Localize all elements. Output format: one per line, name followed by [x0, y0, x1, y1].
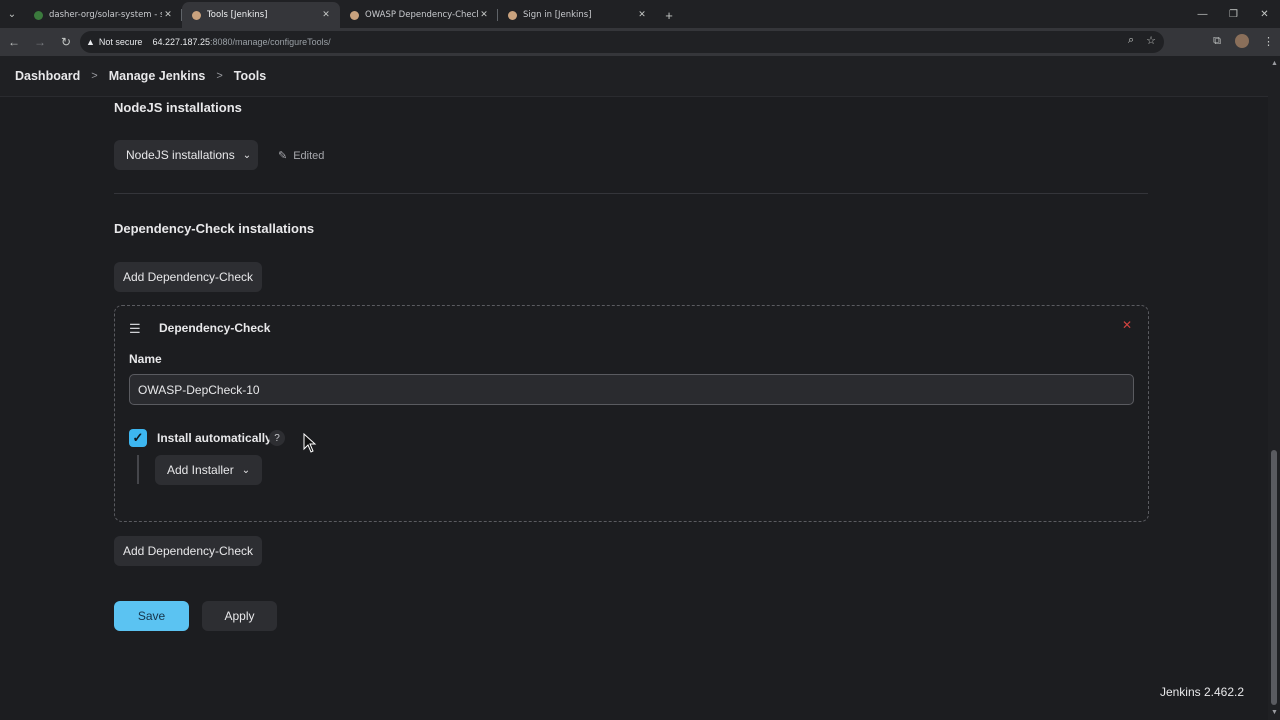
save-button[interactable]: Save	[114, 601, 189, 631]
tab-close-icon[interactable]: ✕	[636, 10, 648, 20]
page-scrollbar[interactable]: ▲ ▼	[1268, 56, 1280, 720]
restore-icon[interactable]: ❐	[1218, 0, 1249, 28]
help-icon[interactable]: ?	[269, 430, 285, 446]
chevron-down-icon: ⌄	[241, 464, 251, 476]
omnibox-actions: ⌕ ☆	[1128, 34, 1156, 47]
add-dependency-check-bottom-button[interactable]: Add Dependency-Check	[114, 536, 262, 566]
jenkins-version[interactable]: Jenkins 2.462.2	[1160, 685, 1244, 699]
dependency-check-section-title: Dependency-Check installations	[114, 221, 315, 236]
add-installer-button[interactable]: Add Installer ⌄	[155, 455, 262, 485]
warning-icon: ▲	[86, 37, 95, 47]
jenkins-favicon-icon	[508, 10, 517, 20]
section-divider	[114, 193, 1148, 194]
add-dependency-check-button[interactable]: Add Dependency-Check	[114, 262, 262, 292]
tab-close-icon[interactable]: ✕	[320, 10, 332, 20]
chevron-right-icon: >	[91, 70, 98, 82]
url-host: 64.227.187.25	[152, 37, 211, 47]
browser-tab-active[interactable]: Tools [Jenkins] ✕	[182, 2, 340, 28]
browser-tab[interactable]: OWASP Dependency-Check | Je ✕	[340, 2, 498, 28]
extension-icon[interactable]: ⧉	[1213, 35, 1221, 48]
back-icon[interactable]: ←	[2, 35, 26, 49]
github-favicon-icon	[34, 10, 43, 20]
drag-handle-icon[interactable]: ☰	[129, 321, 141, 337]
delete-installation-icon[interactable]: ✕	[1122, 318, 1132, 332]
tab-close-icon[interactable]: ✕	[162, 10, 174, 20]
close-window-icon[interactable]: ✕	[1249, 0, 1280, 28]
window-controls: — ❐ ✕	[1187, 0, 1280, 28]
tab-search-icon[interactable]: ⌄	[0, 0, 24, 28]
zoom-icon[interactable]: ⌕	[1128, 34, 1134, 47]
chevron-right-icon: >	[216, 70, 223, 82]
jenkins-page: Dashboard > Manage Jenkins > Tools NodeJ…	[0, 56, 1280, 720]
nested-indent-line	[137, 455, 139, 484]
forward-icon[interactable]: →	[28, 35, 52, 49]
name-input[interactable]	[129, 374, 1134, 405]
tab-label: Tools [Jenkins]	[207, 10, 268, 20]
add-installer-label: Add Installer	[167, 463, 234, 477]
breadcrumb-tools[interactable]: Tools	[234, 69, 266, 83]
url-path: :8080/manage/configureTools/	[210, 37, 331, 47]
browser-tab[interactable]: Sign in [Jenkins] ✕	[498, 2, 656, 28]
tab-label: dasher-org/solar-system - sola	[49, 10, 162, 20]
tab-label: OWASP Dependency-Check | Je	[365, 10, 478, 20]
breadcrumb-dashboard[interactable]: Dashboard	[15, 69, 80, 83]
browser-tab[interactable]: dasher-org/solar-system - sola ✕	[24, 2, 182, 28]
tab-label: Sign in [Jenkins]	[523, 10, 592, 20]
card-title: Dependency-Check	[159, 321, 271, 335]
extensions-area: ⧉ ⋮	[1213, 34, 1274, 48]
browser-toolbar: ← → ↻ ▲ Not secure 64.227.187.25:8080/ma…	[0, 28, 1280, 56]
edited-indicator: ✎ Edited	[278, 149, 325, 163]
scroll-up-icon[interactable]: ▲	[1271, 60, 1278, 67]
nodejs-installations-label: NodeJS installations	[126, 148, 235, 162]
scrollbar-thumb[interactable]	[1271, 450, 1277, 705]
pencil-icon: ✎	[278, 150, 288, 162]
name-label: Name	[129, 352, 162, 366]
install-automatically-label[interactable]: Install automatically	[157, 431, 272, 445]
edited-label: Edited	[293, 149, 325, 162]
reload-icon[interactable]: ↻	[54, 35, 78, 49]
mouse-cursor-icon	[303, 433, 317, 453]
chevron-down-icon: ⌄	[242, 149, 252, 161]
browser-menu-icon[interactable]: ⋮	[1263, 35, 1274, 48]
apply-button[interactable]: Apply	[202, 601, 277, 631]
dependency-check-installation-card: ☰ Dependency-Check ✕ Name ✓ Install auto…	[114, 305, 1149, 522]
install-automatically-checkbox[interactable]: ✓	[129, 429, 147, 447]
nodejs-section-title: NodeJS installations	[114, 100, 242, 115]
not-secure-label: Not secure	[98, 37, 143, 47]
breadcrumb-manage-jenkins[interactable]: Manage Jenkins	[109, 69, 206, 83]
browser-tab-bar: ⌄ dasher-org/solar-system - sola ✕ Tools…	[0, 0, 1280, 28]
breadcrumb: Dashboard > Manage Jenkins > Tools	[0, 56, 1268, 97]
minimize-icon[interactable]: —	[1187, 0, 1218, 28]
not-secure-indicator[interactable]: ▲ Not secure	[86, 37, 142, 47]
bookmark-star-icon[interactable]: ☆	[1146, 34, 1156, 47]
jenkins-favicon-icon	[192, 10, 201, 20]
profile-avatar-icon[interactable]	[1235, 34, 1249, 48]
nodejs-installations-button[interactable]: NodeJS installations ⌄	[114, 140, 258, 170]
scroll-down-icon[interactable]: ▼	[1271, 709, 1278, 716]
new-tab-icon[interactable]: +	[656, 2, 682, 28]
address-bar[interactable]: ▲ Not secure 64.227.187.25:8080/manage/c…	[80, 31, 1164, 53]
jenkins-favicon-icon	[350, 10, 359, 20]
tab-close-icon[interactable]: ✕	[478, 10, 490, 20]
